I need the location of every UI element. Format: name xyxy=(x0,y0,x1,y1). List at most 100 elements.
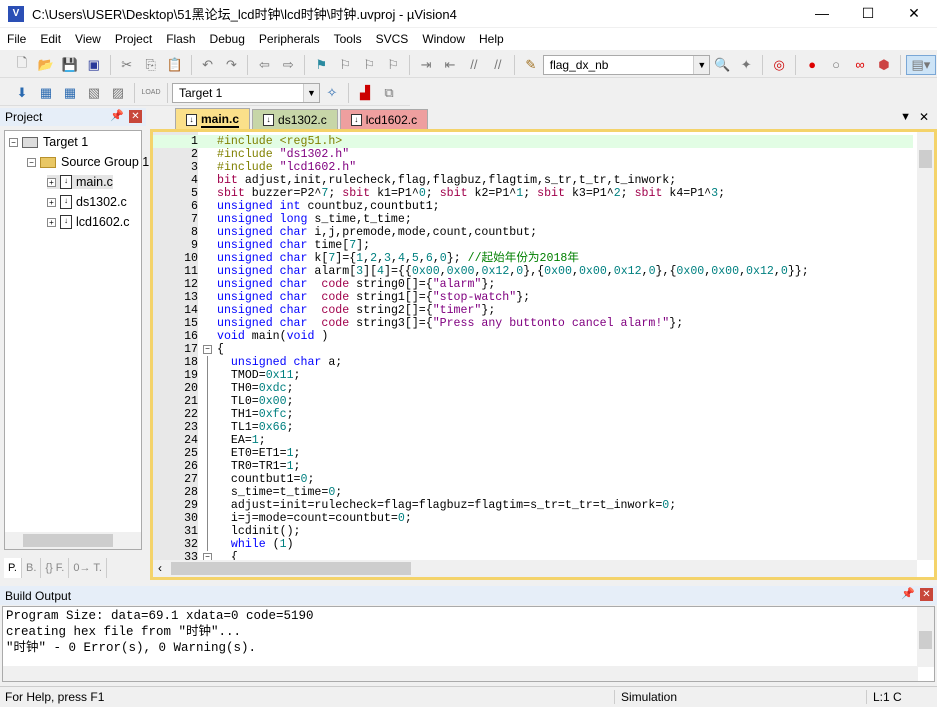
menu-file[interactable]: File xyxy=(0,32,33,46)
code-line[interactable]: 17−{ xyxy=(153,343,913,356)
code-line[interactable]: 22 TH1=0xfc; xyxy=(153,408,913,421)
code-line[interactable]: 18 unsigned char a; xyxy=(153,356,913,369)
code-line[interactable]: 12 unsigned char code string0[]={"alarm"}… xyxy=(153,278,913,291)
expand-icon[interactable]: + xyxy=(47,177,56,187)
disable-breakpoints-icon[interactable]: ∞ xyxy=(849,55,871,75)
tab-list-icon[interactable]: ▼ xyxy=(900,111,911,123)
menu-view[interactable]: View xyxy=(68,32,108,46)
build-icon[interactable]: ▦ xyxy=(35,83,57,103)
tree-file-main[interactable]: + ↓ main.c xyxy=(47,175,113,189)
minimize-button[interactable]: — xyxy=(799,0,845,27)
code-editor[interactable]: 1 #include <reg51.h> 2 #include "ds1302.h" 3… xyxy=(150,129,937,580)
tab-functions[interactable]: {} F. xyxy=(41,558,70,578)
code-line[interactable]: 28 s_time=t_time=0; xyxy=(153,486,913,499)
save-all-icon[interactable]: ▣ xyxy=(83,55,105,75)
pin-icon[interactable]: 📌 xyxy=(901,587,915,600)
batch-build-icon[interactable]: ▧ xyxy=(83,83,105,103)
kill-breakpoints-icon[interactable]: ⬢ xyxy=(873,55,895,75)
code-line[interactable]: 2 #include "ds1302.h" xyxy=(153,148,913,161)
clear-bookmarks-icon[interactable]: ⚐ xyxy=(382,55,404,75)
chevron-down-icon[interactable]: ▼ xyxy=(303,83,319,102)
code-line[interactable]: 19 TMOD=0x11; xyxy=(153,369,913,382)
tab-ds1302-c[interactable]: ↓ ds1302.c xyxy=(252,109,338,130)
manage-multi-project-icon[interactable]: ⧉ xyxy=(378,83,400,103)
find-combo[interactable]: flag_dx_nb ▼ xyxy=(542,54,711,75)
code-line[interactable]: 27 countbut1=0; xyxy=(153,473,913,486)
menu-debug[interactable]: Debug xyxy=(203,32,252,46)
paste-icon[interactable]: 📋 xyxy=(164,55,186,75)
translate-icon[interactable]: ⬇ xyxy=(11,83,33,103)
code-line[interactable]: 13 unsigned char code string1[]={"stop-wa… xyxy=(153,291,913,304)
menu-edit[interactable]: Edit xyxy=(33,32,68,46)
code-line[interactable]: 15 unsigned char code string3[]={"Press a… xyxy=(153,317,913,330)
menu-svcs[interactable]: SVCS xyxy=(369,32,416,46)
open-folder-icon[interactable]: 📂 xyxy=(35,55,57,75)
pin-icon[interactable]: 📌 xyxy=(110,109,124,122)
nav-back-icon[interactable]: ⇦ xyxy=(253,55,275,75)
stop-build-icon[interactable]: ▨ xyxy=(107,83,129,103)
redo-icon[interactable]: ↷ xyxy=(221,55,243,75)
code-line[interactable]: 11 unsigned char alarm[3][4]={{0x00,0x00,… xyxy=(153,265,913,278)
code-line[interactable]: 24 EA=1; xyxy=(153,434,913,447)
tree-file-lcd1602[interactable]: + ↓ lcd1602.c xyxy=(47,215,130,229)
code-line[interactable]: 29 adjust=init=rulecheck=flag=flagbuz=fl… xyxy=(153,499,913,512)
next-bookmark-icon[interactable]: ⚐ xyxy=(358,55,380,75)
close-button[interactable]: ✕ xyxy=(891,0,937,27)
maximize-button[interactable]: ☐ xyxy=(845,0,891,27)
code-line[interactable]: 31 lcdinit(); xyxy=(153,525,913,538)
menu-peripherals[interactable]: Peripherals xyxy=(252,32,327,46)
rebuild-icon[interactable]: ▦ xyxy=(59,83,81,103)
scroll-left-icon[interactable]: ‹ xyxy=(158,561,162,575)
menu-flash[interactable]: Flash xyxy=(159,32,202,46)
close-file-icon[interactable]: ✕ xyxy=(919,110,929,124)
code-line[interactable]: 5 sbit buzzer=P2^7; sbit k1=P1^0; sbit k2… xyxy=(153,187,913,200)
code-line[interactable]: 16 void main(void ) xyxy=(153,330,913,343)
output-vertical-scrollbar[interactable] xyxy=(917,607,934,667)
code-line[interactable]: 3 #include "lcd1602.h" xyxy=(153,161,913,174)
menu-project[interactable]: Project xyxy=(108,32,159,46)
code-line[interactable]: 1 #include <reg51.h> xyxy=(153,135,913,148)
code-line[interactable]: 23 TL1=0x66; xyxy=(153,421,913,434)
manage-components-icon[interactable]: ▟ xyxy=(354,83,376,103)
editor-vertical-scrollbar[interactable] xyxy=(917,132,934,560)
code-line[interactable]: 7 unsigned long s_time,t_time; xyxy=(153,213,913,226)
uncomment-icon[interactable]: // xyxy=(487,55,509,75)
menu-window[interactable]: Window xyxy=(415,32,472,46)
build-output-text[interactable]: Program Size: data=69.1 xdata=0 code=519… xyxy=(2,606,935,682)
output-horizontal-scrollbar[interactable] xyxy=(3,666,918,681)
close-icon[interactable]: ✕ xyxy=(920,588,933,601)
code-line[interactable]: 20 TH0=0xdc; xyxy=(153,382,913,395)
comment-icon[interactable]: // xyxy=(463,55,485,75)
insert-breakpoint-icon[interactable]: ● xyxy=(801,55,823,75)
new-file-icon[interactable]: 🗋 xyxy=(11,55,33,75)
code-line[interactable]: 8 unsigned char i,j,premode,mode,count,co… xyxy=(153,226,913,239)
load-download-icon[interactable]: LOAD xyxy=(140,83,162,103)
debug-session-icon[interactable]: ◎ xyxy=(768,55,790,75)
code-line[interactable]: 25 ET0=ET1=1; xyxy=(153,447,913,460)
find-in-files-icon[interactable]: ✎ xyxy=(520,55,542,75)
code-line[interactable]: 9 unsigned char time[7]; xyxy=(153,239,913,252)
code-line[interactable]: 10 unsigned char k[7]={1,2,3,4,5,6,0}; //… xyxy=(153,252,913,265)
tree-source-group[interactable]: − Source Group 1 xyxy=(27,155,149,169)
tab-lcd1602-c[interactable]: ↓ lcd1602.c xyxy=(339,109,429,130)
code-line[interactable]: 21 TL0=0x00; xyxy=(153,395,913,408)
tree-target[interactable]: − Target 1 xyxy=(9,135,88,149)
tab-main-c[interactable]: ↓ main.c xyxy=(175,108,251,130)
tab-templates[interactable]: 0→ T. xyxy=(69,558,107,578)
find-icon[interactable]: 🔍 xyxy=(711,55,733,75)
code-lines[interactable]: 1 #include <reg51.h> 2 #include "ds1302.h" 3… xyxy=(153,135,913,564)
tree-horizontal-scrollbar[interactable] xyxy=(5,532,141,549)
bookmark-icon[interactable]: ⚑ xyxy=(310,55,332,75)
editor-horizontal-scrollbar[interactable]: ‹ xyxy=(153,560,917,577)
incremental-find-icon[interactable]: ✦ xyxy=(735,55,757,75)
menu-tools[interactable]: Tools xyxy=(327,32,369,46)
close-icon[interactable]: ✕ xyxy=(129,110,142,123)
window-layout-icon[interactable]: ▤▾ xyxy=(905,54,936,75)
collapse-icon[interactable]: − xyxy=(9,137,18,147)
code-line[interactable]: 6 unsigned int countbuz,countbut1; xyxy=(153,200,913,213)
unindent-icon[interactable]: ⇤ xyxy=(439,55,461,75)
cut-icon[interactable]: ✂ xyxy=(116,55,138,75)
code-line[interactable]: 14 unsigned char code string2[]={"timer"}… xyxy=(153,304,913,317)
code-line[interactable]: 32 while (1) xyxy=(153,538,913,551)
tree-file-ds1302[interactable]: + ↓ ds1302.c xyxy=(47,195,127,209)
